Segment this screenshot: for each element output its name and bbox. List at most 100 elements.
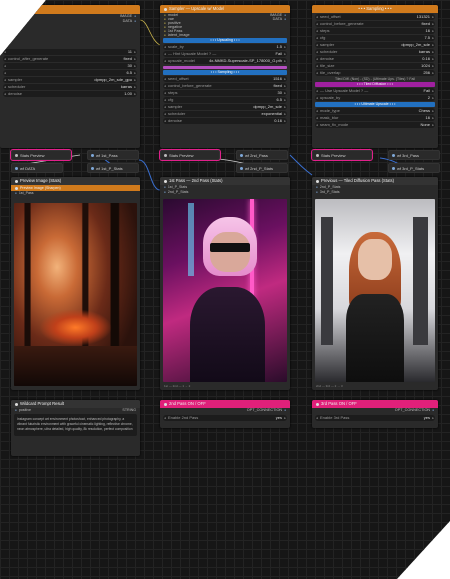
left-sampler-node[interactable]: IMAGE DATA 11control_after_generatefixed… [0, 5, 140, 148]
pass2-header[interactable]: 2nd Pass ON / OFF [160, 400, 290, 408]
wildcard-prompt-header[interactable]: Wildcard Prompt Result [11, 400, 140, 408]
left-widget[interactable]: control_after_generate fixed [3, 56, 137, 62]
collapse-dot-icon[interactable] [164, 179, 167, 183]
sampling-widget[interactable]: steps 30 [163, 90, 287, 96]
tiled-sampling-widget[interactable]: scheduler karras [315, 49, 435, 55]
upscale-sampler-node[interactable]: Sampler — Upscale w/ Model modelIMAGEvae… [160, 5, 290, 148]
stats-preview-node[interactable]: Stats Preview [311, 149, 373, 161]
left-widget[interactable]: 11 [3, 49, 137, 55]
sampling-widget[interactable]: scheduler exponential [163, 111, 287, 117]
tiled-sampling-widget[interactable]: control_before_generate fixed [315, 21, 435, 27]
ultimate-widget[interactable]: mode_type Chess [315, 108, 435, 114]
wildcard-prompt-node[interactable]: Wildcard Prompt Result positive STRING In… [11, 400, 140, 456]
node-canvas[interactable]: IMAGE DATA 11control_after_generatefixed… [0, 0, 450, 579]
widget-label: scheduler [8, 84, 26, 89]
left-widget[interactable]: 30 [3, 63, 137, 69]
data-input-node[interactable]: wf DATA [11, 163, 63, 173]
ultimate-widget[interactable]: mask_blur 16 [315, 115, 435, 121]
collapse-dot-icon[interactable] [15, 402, 18, 406]
upscale-by-widget[interactable]: upscale_by 2 [315, 95, 435, 101]
port-icon[interactable] [15, 166, 18, 170]
widget-label: steps [168, 90, 178, 95]
ultimate-widget[interactable]: seam_fix_mode None [315, 122, 435, 128]
pass2-output: OPT_CONNECTION [247, 408, 286, 413]
input-slot[interactable]: latent_image [164, 33, 190, 37]
pass3-toggle-node[interactable]: 3rd Pass ON / OFF OPT_CONNECTION Enable … [312, 400, 438, 428]
tiled-sampling-widget[interactable]: denoise 0.16 [315, 56, 435, 62]
stats-preview-node[interactable]: Stats Preview [10, 149, 72, 161]
port-icon[interactable] [91, 153, 94, 157]
sampling-widget[interactable]: cfg 6.5 [163, 97, 287, 103]
stats-output-node[interactable]: wf 3rd_P_Stats [388, 163, 440, 173]
upscale-widget[interactable]: upscale_model 4x-NMKD-Superscale-SP_17800… [163, 58, 287, 64]
widget-value: 256 [423, 70, 430, 75]
left-widget[interactable]: 6.5 [3, 70, 137, 76]
widget-label: upscale_model [168, 58, 195, 63]
preview-left-header[interactable]: Preview Image (Stats) [11, 177, 140, 185]
port-icon[interactable] [240, 153, 243, 157]
enable-pass3-toggle[interactable]: Enable 3rd Pass yes [315, 415, 435, 421]
collapse-dot-icon[interactable] [316, 179, 319, 183]
compare-right-node[interactable]: Previous — Tiled Diffusion Pass (Stats) … [312, 177, 438, 390]
tiled-sampler-node[interactable]: • • • Sampling • • • seed_offset 131321 co… [312, 5, 438, 148]
collapse-dot-icon[interactable] [164, 153, 167, 157]
left-node-header[interactable] [0, 5, 140, 14]
left-widget[interactable]: sampler dpmpp_2m_sde_gpu [3, 77, 137, 83]
sampling-widget[interactable]: denoise 0.16 [163, 118, 287, 124]
collapse-dot-icon[interactable] [15, 153, 18, 157]
compare-right-caption: 2nd — 3rd — 2 → 3 [316, 384, 343, 388]
tiled-sampling-widget[interactable]: tile_overlap 256 [315, 70, 435, 76]
collapse-dot-icon[interactable] [164, 402, 167, 406]
pass-output-node[interactable]: wf 3rd_Pass [388, 150, 440, 160]
port-icon[interactable] [392, 153, 395, 157]
port-icon[interactable] [392, 166, 395, 170]
widget-value: 1024 [421, 63, 430, 68]
pass2-toggle-node[interactable]: 2nd Pass ON / OFF OPT_CONNECTION Enable … [160, 400, 290, 428]
compare-center-header[interactable]: 1st Pass — 2nd Pass (Stats) [160, 177, 290, 185]
sampling-widget[interactable]: control_before_generate fixed [163, 83, 287, 89]
enable-pass2-toggle[interactable]: Enable 2nd Pass yes [163, 415, 287, 421]
tiled-sampling-widget[interactable]: cfg 7.5 [315, 35, 435, 41]
port-icon[interactable] [240, 166, 243, 170]
upscale-widget[interactable]: — Hint Upscale Model ? — Fail [163, 51, 287, 57]
pass-output-node[interactable]: wf 1st_Pass [87, 150, 139, 160]
stats-output-label: wf 3rd_P_Stats [397, 165, 425, 171]
widget-value: 0.16 [274, 118, 282, 123]
use-upscale-model-widget[interactable]: — Use Upscale Model ? — Fail [315, 88, 435, 94]
output-slot[interactable]: DATA [273, 17, 286, 21]
stats-preview-title: Stats Preview [20, 152, 45, 158]
collapse-dot-icon[interactable] [316, 402, 319, 406]
left-widget[interactable]: scheduler karras [3, 84, 137, 90]
prompt-text-area[interactable]: Instagram concept art environment photos… [14, 414, 137, 436]
tiled-sampling-widget[interactable]: tile_size 1024 [315, 63, 435, 69]
stats-output-node[interactable]: wf 1st_P_Stats [87, 163, 139, 173]
stats-output-node[interactable]: wf 2nd_P_Stats [236, 163, 288, 173]
upscale-widget[interactable]: scale_by 1.5 [163, 44, 287, 50]
compare-center-node[interactable]: 1st Pass — 2nd Pass (Stats) 1st_P_Stats … [160, 177, 290, 390]
compare-input-b: 3rd_P_Stats [316, 190, 340, 195]
left-widget[interactable]: denoise 1.00 [3, 91, 137, 97]
tiled-sampling-widget[interactable]: seed_offset 131321 [315, 14, 435, 20]
compare-right-header[interactable]: Previous — Tiled Diffusion Pass (Stats) [312, 177, 438, 185]
widget-label: sampler [320, 42, 335, 47]
tiled-sampling-widget[interactable]: steps 16 [315, 28, 435, 34]
pass3-header[interactable]: 3rd Pass ON / OFF [312, 400, 438, 408]
cyberpunk-woman-image [163, 199, 287, 382]
compare-center-caption: 1st — 2nd — 1 → 2 [164, 384, 191, 388]
port-icon[interactable] [91, 166, 94, 170]
collapse-dot-icon[interactable] [164, 7, 167, 11]
collapse-dot-icon[interactable] [316, 153, 319, 157]
upscale-sampler-header[interactable]: Sampler — Upscale w/ Model [160, 5, 290, 13]
stats-preview-node[interactable]: Stats Preview [159, 149, 221, 161]
right-sampling-header[interactable]: • • • Sampling • • • [312, 5, 438, 13]
face [358, 239, 392, 280]
sampling-widget[interactable]: sampler dpmpp_2m_sde [163, 104, 287, 110]
collapse-dot-icon[interactable] [15, 179, 18, 183]
pass3-title: 3rd Pass ON / OFF [321, 401, 357, 406]
tiled-sampling-widget[interactable]: sampler dpmpp_2m_sde [315, 42, 435, 48]
widget-label: denoise [168, 118, 183, 123]
sampling-widget[interactable]: seed_offset 1516 [163, 76, 287, 82]
widget-label: tile_overlap [320, 70, 341, 75]
pass-output-node[interactable]: wf 2nd_Pass [236, 150, 288, 160]
preview-image-left-node[interactable]: Preview Image (Stats) Preview Image (Sha… [11, 177, 140, 390]
